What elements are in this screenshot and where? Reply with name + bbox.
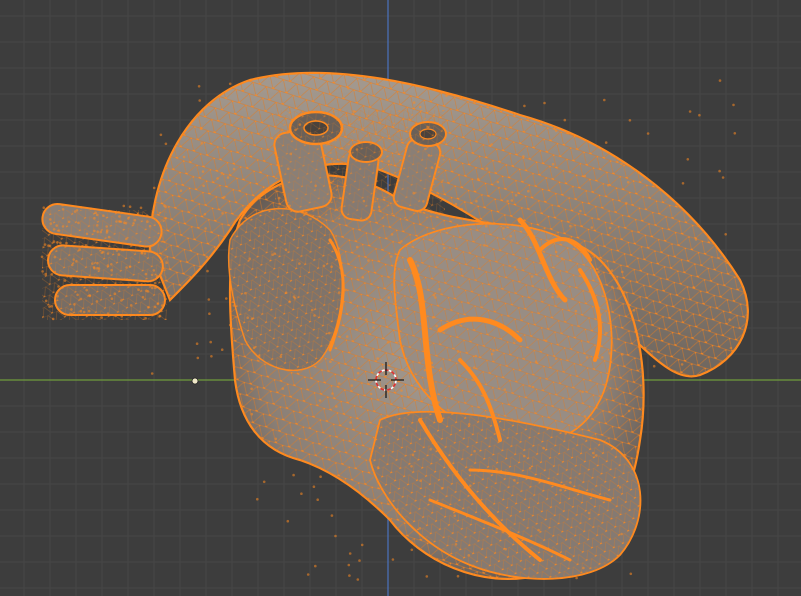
- object-origin-icon: [191, 377, 199, 385]
- heart-mesh[interactable]: [40, 71, 749, 581]
- mesh-left-vessels[interactable]: [40, 202, 167, 320]
- 3d-viewport[interactable]: [0, 0, 801, 596]
- viewport-canvas[interactable]: [0, 0, 801, 596]
- mesh-top-vessels[interactable]: [272, 110, 447, 222]
